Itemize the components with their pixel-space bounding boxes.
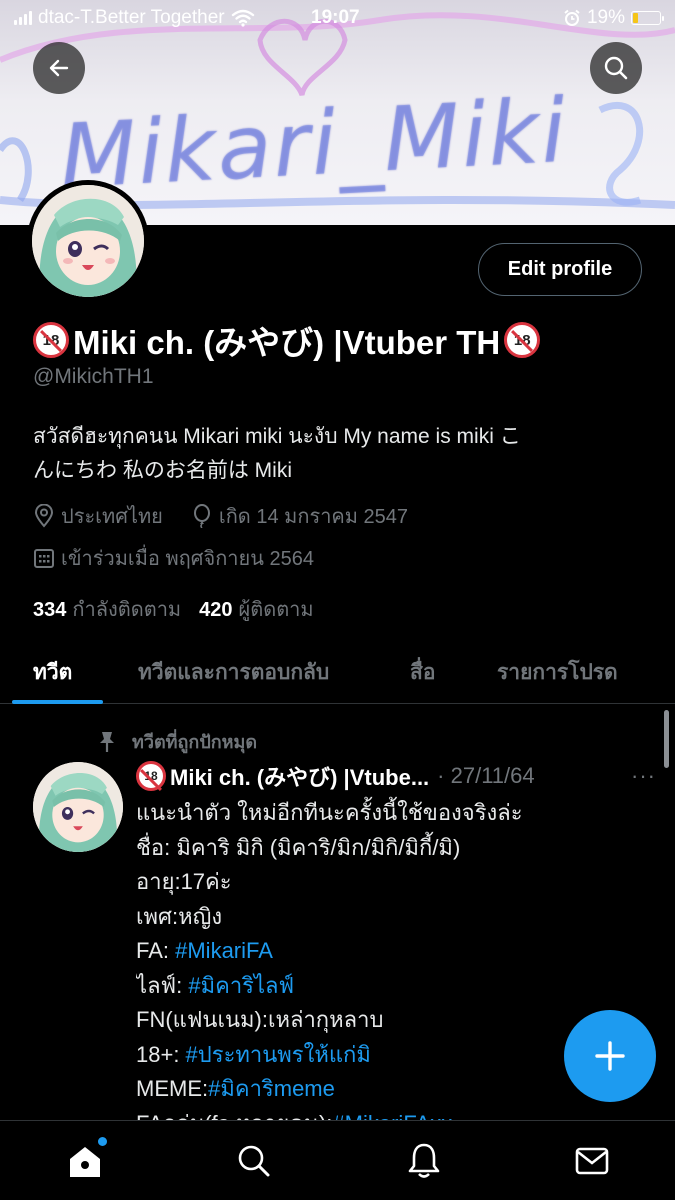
display-name: 18 Miki ch. (みやび) |Vtuber TH 18 <box>33 316 541 364</box>
bio-line: สวัสดีฮะทุกคนน Mikari miki นะงับ My name… <box>33 425 521 448</box>
bell-icon <box>408 1143 440 1178</box>
nav-messages[interactable] <box>570 1139 614 1183</box>
pin-icon <box>100 731 114 752</box>
profile-handle: @MikichTH1 <box>33 365 154 388</box>
tweet-line: เพศ:หญิง <box>136 900 656 935</box>
tweet-line-text: แนะนำตัว ใหม่อีกทีนะครั้งนี้ใช้ของจริงล่… <box>136 800 523 825</box>
wifi-icon <box>231 9 254 27</box>
tweet-line: ไลฟ์: #มิคาริไลฟ์ <box>136 969 656 1004</box>
following-link[interactable]: 334 กำลังติดตาม <box>33 593 181 625</box>
status-bar: dtac-T.Better Together 19:07 19% <box>0 0 675 36</box>
calendar-icon <box>34 549 54 568</box>
tweet-date: · 27/11/64 <box>437 763 535 788</box>
balloon-icon <box>193 504 210 528</box>
bio-line: んにちわ 私のお名前は Miki <box>33 459 292 482</box>
search-button[interactable] <box>590 42 642 94</box>
nav-home[interactable] <box>63 1137 107 1183</box>
bottom-navigation <box>0 1120 675 1200</box>
back-button[interactable] <box>33 42 85 94</box>
profile-joined: เข้าร่วมเมื่อ พฤศจิกายน 2564 <box>61 548 314 570</box>
avatar-image <box>32 185 144 297</box>
following-label: กำลังติดตาม <box>72 599 182 621</box>
hashtag-link[interactable]: #MikariFA <box>175 938 273 963</box>
tweet-line-text: ชื่อ: มิคาริ มิกิ (มิคาริ/มิก/มิกิ/มิกี้… <box>136 834 461 860</box>
mail-icon <box>575 1147 609 1175</box>
back-arrow-icon <box>49 59 69 77</box>
tab-tweets-replies[interactable]: ทวีตและการตอบกลับ <box>138 656 329 689</box>
following-count: 334 <box>33 599 67 621</box>
tweet-line: แนะนำตัว ใหม่อีกทีนะครั้งนี้ใช้ของจริงล่… <box>136 796 656 831</box>
battery-percent: 19% <box>586 7 625 28</box>
more-options-icon[interactable]: ··· <box>631 763 656 789</box>
tweet-line-text: FA: <box>136 938 176 963</box>
alarm-icon <box>564 9 580 26</box>
scrollbar[interactable] <box>664 710 669 768</box>
followers-link[interactable]: 420 ผู้ติดตาม <box>199 593 313 625</box>
carrier-name: dtac-T.Better Together <box>38 7 225 28</box>
search-icon <box>238 1145 270 1177</box>
followers-label: ผู้ติดตาม <box>238 599 314 621</box>
profile-bio: สวัสดีฮะทุกคนน Mikari miki นะงับ My name… <box>33 420 643 488</box>
profile-meta: ประเทศไทย เกิด 14 มกราคม 2547 <box>33 500 408 532</box>
age-restricted-icon: 18 <box>136 761 166 791</box>
tweet-line-text: 18+: <box>136 1041 186 1067</box>
compose-tweet-button[interactable] <box>564 1010 656 1102</box>
battery-icon <box>631 11 664 25</box>
status-time: 19:07 <box>311 7 360 28</box>
hashtag-link[interactable]: #ประทานพรให้แก่มิ <box>186 1042 371 1067</box>
hashtag-link[interactable]: #MikariFAxx <box>332 1111 452 1121</box>
location-pin-icon <box>34 504 54 528</box>
signal-icon <box>14 11 32 25</box>
nav-notifications[interactable] <box>402 1139 446 1183</box>
tweet-line-text: ไลฟ์: <box>136 972 189 998</box>
tweet-line: FA: #MikariFA <box>136 934 656 969</box>
plus-icon <box>595 1041 625 1071</box>
profile-tabs: ทวีต ทวีตและการตอบกลับ สื่อ รายการโปรด <box>0 640 675 704</box>
pinned-indicator: ทวีตที่ถูกปักหมุด <box>96 727 257 756</box>
tweet-line-text: อายุ:17ค่ะ <box>136 869 232 894</box>
tweet-line: อายุ:17ค่ะ <box>136 865 656 900</box>
tweet-author-avatar[interactable] <box>33 762 123 852</box>
display-name-text: Miki ch. (みやび) |Vtuber TH <box>73 324 501 361</box>
age-restricted-icon: 18 <box>33 322 69 358</box>
tweet-author-name: Miki ch. (みやび) |Vtube... <box>170 765 430 790</box>
age-restricted-icon: 18 <box>504 322 541 358</box>
followers-count: 420 <box>199 599 233 621</box>
tab-likes[interactable]: รายการโปรด <box>497 656 618 689</box>
home-icon <box>70 1147 100 1177</box>
tab-media[interactable]: สื่อ <box>410 656 435 689</box>
tab-tweets[interactable]: ทวีต <box>33 656 72 689</box>
tweet-author[interactable]: 18 Miki ch. (みやび) |Vtube... <box>136 760 429 792</box>
profile-birthday: เกิด 14 มกราคม 2547 <box>218 506 409 528</box>
tweet-line-text: MEME: <box>136 1076 209 1101</box>
tweet-line-text: FN(แฟนเนม):เหล่ากุหลาบ <box>136 1007 384 1032</box>
profile-joined-row: เข้าร่วมเมื่อ พฤศจิกายน 2564 <box>33 542 314 574</box>
hashtag-link[interactable]: #มิคาริไลฟ์ <box>188 973 294 998</box>
notification-dot <box>98 1137 107 1146</box>
pinned-label: ทวีตที่ถูกปักหมุด <box>132 732 258 752</box>
tweet-line-text: FAกลุ่ม(fa หลายคน): <box>136 1111 332 1121</box>
tweet-line: FAกลุ่ม(fa หลายคน):#MikariFAxx <box>136 1107 656 1121</box>
profile-location: ประเทศไทย <box>61 506 163 528</box>
edit-profile-button[interactable]: Edit profile <box>478 243 642 296</box>
profile-avatar[interactable] <box>27 180 149 302</box>
follow-stats: 334 กำลังติดตาม 420 ผู้ติดตาม <box>33 593 314 625</box>
search-icon <box>604 56 628 80</box>
tweet-line-text: เพศ:หญิง <box>136 903 223 929</box>
nav-search[interactable] <box>232 1139 276 1183</box>
tweet-header: 18 Miki ch. (みやび) |Vtube... · 27/11/64 ·… <box>136 760 656 792</box>
tweet-line: ชื่อ: มิคาริ มิกิ (มิคาริ/มิก/มิกิ/มิกี้… <box>136 831 656 866</box>
hashtag-link[interactable]: #มิคาริmeme <box>208 1076 335 1101</box>
active-tab-indicator <box>12 700 103 704</box>
